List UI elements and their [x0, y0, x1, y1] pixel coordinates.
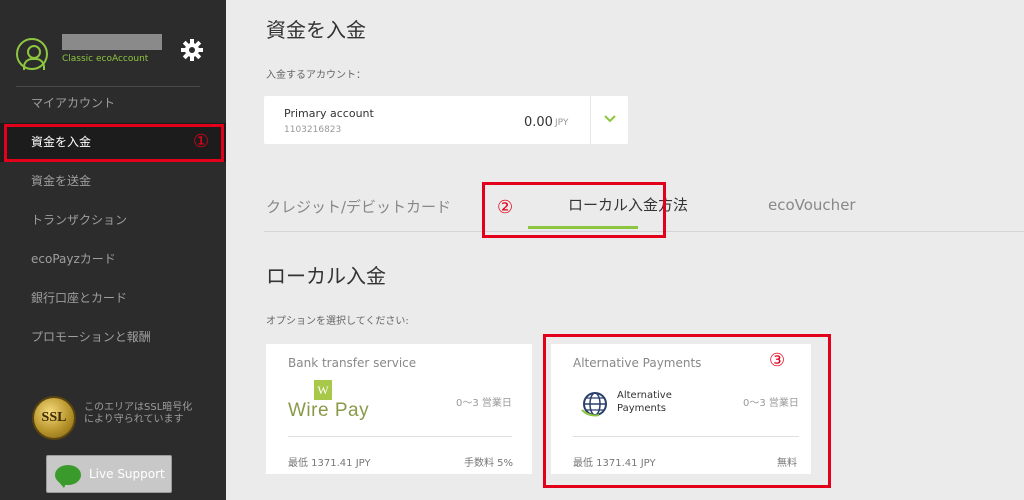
ssl-notice: SSL このエリアはSSL暗号化により守られています: [32, 396, 222, 446]
account-balance: 0.00: [524, 115, 553, 130]
sidebar-item-bank-accounts[interactable]: 銀行口座とカード: [0, 279, 226, 318]
user-avatar-icon[interactable]: [16, 38, 48, 70]
sidebar-item-transactions[interactable]: トランザクション: [0, 201, 226, 240]
wirepay-logo-text: Wire Pay: [288, 400, 370, 421]
processing-days: 0〜3 営業日: [456, 398, 512, 409]
annotation-box-1: [4, 124, 224, 162]
account-currency: JPY: [555, 118, 569, 128]
sidebar-item-ecopayz-card[interactable]: ecoPayzカード: [0, 240, 226, 279]
gear-icon[interactable]: [180, 38, 204, 62]
sidebar-item-my-account[interactable]: マイアカウント: [0, 84, 226, 123]
section-title: ローカル入金: [266, 264, 386, 288]
card-divider: [288, 436, 512, 437]
ssl-text: このエリアはSSL暗号化により守られています: [84, 402, 193, 425]
page-title: 資金を入金: [266, 18, 366, 42]
annotation-mark-3: ③: [769, 350, 786, 371]
fee: 手数料 5%: [464, 458, 514, 469]
ssl-badge-icon: SSL: [32, 396, 76, 440]
live-support-label: Live Support: [89, 467, 165, 481]
annotation-mark-1: ①: [193, 131, 210, 152]
account-name: Primary account: [284, 107, 374, 120]
annotation-box-3: [543, 334, 831, 488]
profile: Classic ecoAccount: [16, 34, 216, 84]
account-type: Classic ecoAccount: [62, 54, 149, 64]
options-label: オプションを選択してください:: [266, 316, 409, 327]
card-title: Bank transfer service: [288, 356, 417, 370]
chevron-down-icon[interactable]: [603, 112, 617, 126]
minimum-amount: 最低 1371.41 JPY: [288, 458, 371, 469]
tab-credit-debit-card[interactable]: クレジット/デビットカード: [266, 196, 451, 217]
account-divider: [590, 96, 591, 144]
account-label: 入金するアカウント：: [266, 70, 366, 81]
annotation-mark-2: ②: [497, 197, 514, 218]
sidebar-item-promotions[interactable]: プロモーションと報酬: [0, 318, 226, 357]
tab-ecovoucher[interactable]: ecoVoucher: [768, 196, 856, 214]
sidebar-item-transfer[interactable]: 資金を送金: [0, 162, 226, 201]
wirepay-logo-icon: W: [314, 380, 332, 400]
account-selector[interactable]: Primary account 1103216823 0.00 JPY: [264, 96, 628, 144]
sidebar: Classic ecoAccount マイアカウント 資金を入金 資金を送金 ト…: [0, 0, 226, 500]
chat-bubble-icon: [55, 465, 81, 488]
live-support-button[interactable]: Live Support: [46, 455, 172, 493]
account-number: 1103216823: [284, 125, 342, 135]
username-redacted: [62, 34, 162, 50]
payment-option-bank-transfer[interactable]: Bank transfer service W Wire Pay 0〜3 営業日…: [266, 344, 532, 474]
